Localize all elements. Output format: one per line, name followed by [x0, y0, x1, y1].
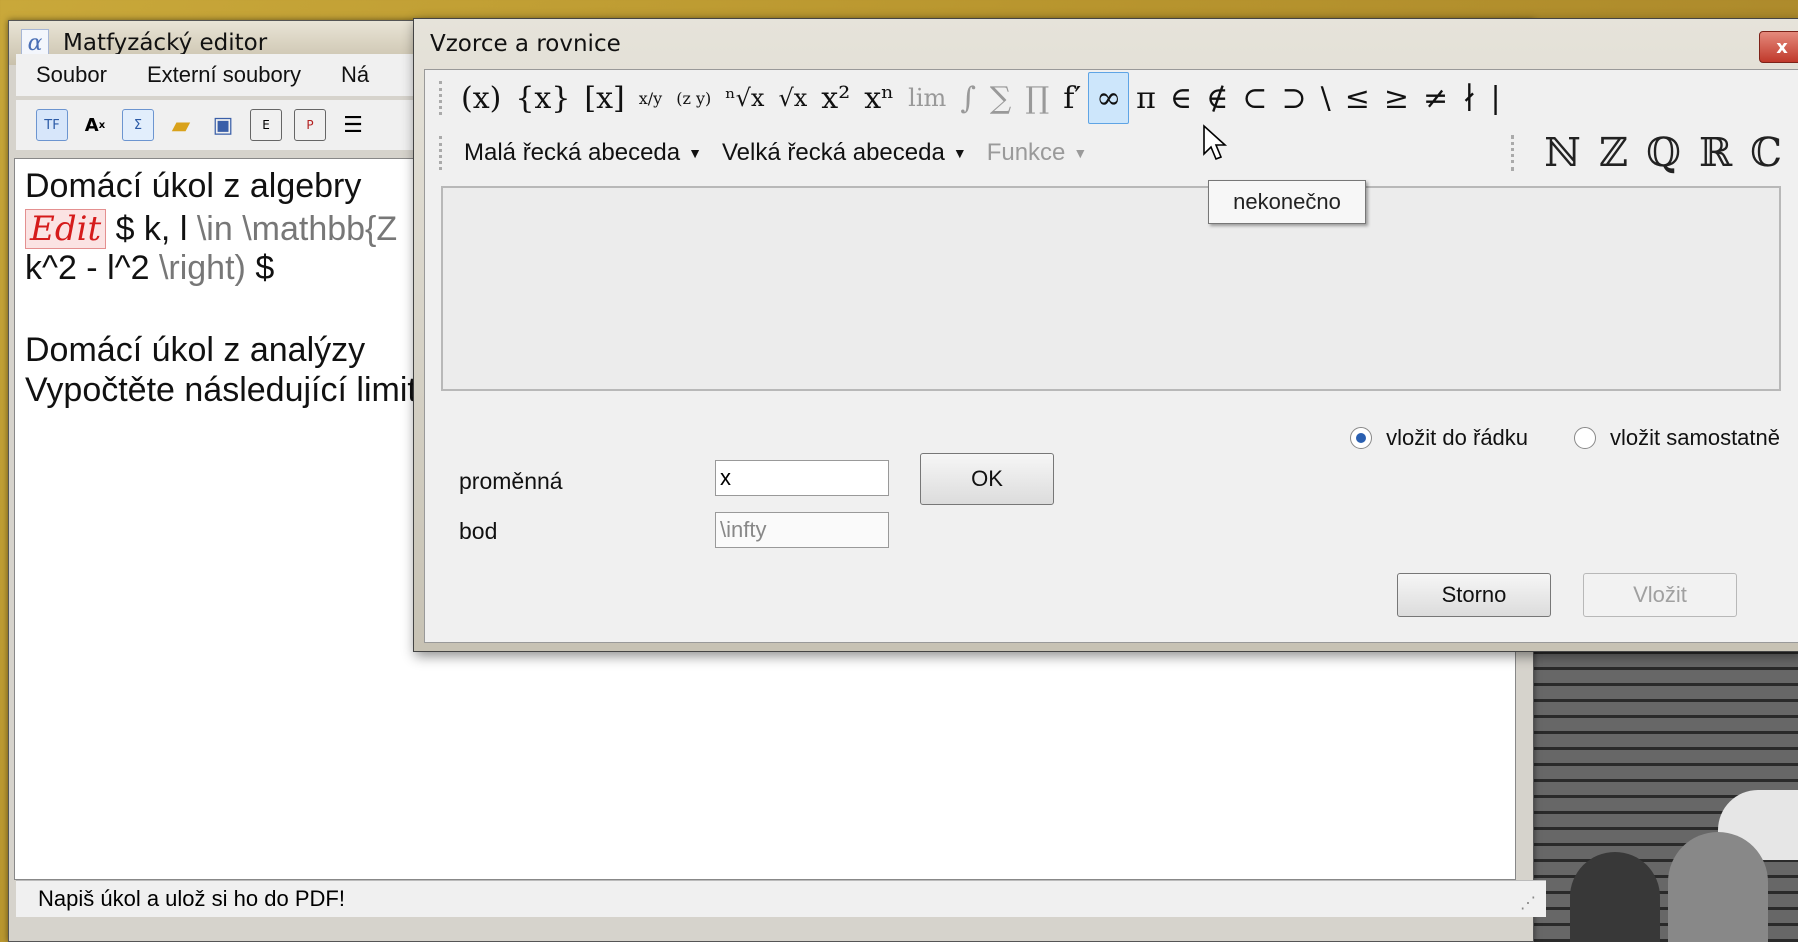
latex-text: $ k, l [115, 210, 188, 248]
export-icon[interactable]: E [250, 109, 282, 141]
dialog-body: (x) {x} [x] x/y (z y) ⁿ√x √x x² xⁿ lim ∫… [424, 69, 1798, 643]
symbol-sqrt[interactable]: √x [771, 73, 814, 123]
symbol-brackets[interactable]: [x] [577, 73, 631, 123]
point-input[interactable]: \infty [715, 512, 889, 548]
toolbar-grip[interactable] [1511, 135, 1520, 171]
toolbar-grip[interactable] [439, 136, 448, 170]
editor-line: k^2 - l^2 \right) $ [25, 249, 274, 288]
cancel-button[interactable]: Storno [1397, 573, 1551, 617]
symbol-square[interactable]: x² [814, 73, 857, 123]
insert-mode-group: vložit do řádku vložit samostatně [1350, 425, 1780, 451]
resize-grip-icon[interactable]: ⋰ [1520, 893, 1536, 913]
symbol-not-divides[interactable]: ∤ [1455, 73, 1483, 123]
set-rationals[interactable]: ℚ [1646, 130, 1681, 176]
radio-separate[interactable]: vložit samostatně [1574, 425, 1780, 451]
open-folder-icon[interactable]: ▰ [166, 110, 196, 140]
radio-indicator [1350, 427, 1373, 449]
mouse-cursor-icon [1203, 124, 1228, 161]
dropdown-label: Malá řecká abeceda [464, 139, 681, 166]
latex-text: k^2 - l^2 [25, 249, 150, 287]
chevron-down-icon: ▼ [688, 145, 702, 161]
toolbar-grip[interactable] [439, 81, 448, 115]
insert-formula-icon[interactable]: Σ [122, 109, 154, 141]
symbol-geq[interactable]: ≥ [1377, 73, 1416, 123]
font-size-icon[interactable]: Ax [80, 110, 110, 140]
menu-na[interactable]: Ná [321, 62, 389, 88]
ok-button[interactable]: OK [920, 453, 1054, 505]
radio-indicator [1574, 427, 1597, 449]
chevron-down-icon: ▼ [1073, 145, 1088, 161]
insert-button[interactable]: Vložit [1583, 573, 1737, 617]
symbol-pi[interactable]: π [1129, 73, 1163, 123]
symbol-nth-root[interactable]: ⁿ√x [718, 73, 771, 123]
radio-label: vložit do řádku [1386, 425, 1529, 450]
symbol-toolbar: (x) {x} [x] x/y (z y) ⁿ√x √x x² xⁿ lim ∫… [425, 70, 1798, 126]
formula-preview [441, 186, 1781, 391]
symbol-derivative[interactable]: f′ [1056, 73, 1088, 123]
editor-line: Edit $ k, l \in \mathbb{Z [25, 209, 397, 249]
symbol-binomial[interactable]: (z y) [669, 73, 718, 123]
dropdown-label: Velká řecká abeceda [722, 139, 945, 166]
infinity-tooltip: nekonečno [1208, 180, 1366, 224]
chevron-down-icon: ▼ [952, 145, 967, 161]
number-sets-toolbar: ℕ ℤ ℚ ℝ ℂ [1511, 130, 1782, 176]
lowercase-greek-dropdown[interactable]: Malá řecká abeceda ▼ [454, 139, 712, 167]
symbol-braces[interactable]: {x} [508, 73, 577, 123]
symbol-fraction[interactable]: x/y [632, 73, 669, 123]
symbol-sum[interactable]: ∑ [983, 73, 1018, 123]
pdf-icon[interactable]: P [294, 109, 326, 141]
symbol-subset[interactable]: ⊂ [1235, 73, 1274, 123]
dropdown-label: Funkce [986, 139, 1066, 166]
symbol-neq[interactable]: ≠ [1416, 73, 1455, 123]
save-icon[interactable]: ▣ [208, 110, 238, 140]
symbol-setminus[interactable]: \ [1314, 73, 1338, 123]
symbol-leq[interactable]: ≤ [1338, 73, 1377, 123]
uppercase-greek-dropdown[interactable]: Velká řecká abeceda ▼ [712, 139, 977, 167]
menu-soubor[interactable]: Soubor [16, 62, 127, 88]
latex-text: $ [255, 249, 275, 287]
symbol-lim[interactable]: lim [901, 73, 953, 123]
latex-command-text: \right) [158, 249, 246, 287]
list-icon[interactable]: ☰ [338, 110, 368, 140]
symbol-superset[interactable]: ⊃ [1274, 73, 1313, 123]
symbol-divides[interactable]: | [1483, 73, 1507, 123]
status-text: Napiš úkol a ulož si ho do PDF! [38, 886, 345, 911]
latex-icon[interactable]: TF [36, 109, 68, 141]
desktop-background-photo [1530, 640, 1798, 942]
symbol-infinity[interactable]: ∞ [1088, 72, 1130, 124]
variable-label: proměnná [459, 468, 563, 494]
radio-label: vložit samostatně [1610, 425, 1780, 450]
edit-formula-tag[interactable]: Edit [25, 209, 107, 249]
symbol-integral[interactable]: ∫ [953, 73, 983, 123]
dialog-title: Vzorce a rovnice [430, 31, 621, 57]
set-integers[interactable]: ℤ [1599, 130, 1628, 176]
app-alpha-icon: α [21, 29, 49, 57]
symbol-element-of[interactable]: ∈ [1163, 73, 1199, 123]
point-label: bod [459, 518, 498, 544]
symbol-parentheses[interactable]: (x) [454, 73, 508, 123]
editor-line: Domácí úkol z analýzy [25, 331, 366, 369]
radio-inline[interactable]: vložit do řádku [1350, 425, 1528, 451]
symbol-power[interactable]: xⁿ [857, 73, 901, 123]
main-window-title: Matfyzácký editor [63, 30, 268, 56]
functions-dropdown[interactable]: Funkce ▼ [977, 139, 1098, 167]
set-complex[interactable]: ℂ [1750, 130, 1782, 176]
dialog-close-button[interactable]: x [1759, 31, 1798, 63]
editor-line: Vypočtěte následující limitu [25, 371, 436, 409]
latex-command-text: \in \mathbb{Z [196, 210, 398, 248]
editor-line: Domácí úkol z algebry [25, 167, 362, 205]
status-bar: Napiš úkol a ulož si ho do PDF! ⋰ [16, 880, 1546, 917]
set-naturals[interactable]: ℕ [1544, 130, 1581, 176]
menu-externi-soubory[interactable]: Externí soubory [127, 62, 321, 88]
symbol-product[interactable]: ∏ [1018, 73, 1056, 123]
formulas-dialog: Vzorce a rovnice x (x) {x} [x] x/y (z y)… [413, 18, 1798, 652]
variable-input[interactable]: x [715, 460, 889, 496]
symbol-not-element-of[interactable]: ∉ [1199, 73, 1235, 123]
set-reals[interactable]: ℝ [1699, 130, 1732, 176]
